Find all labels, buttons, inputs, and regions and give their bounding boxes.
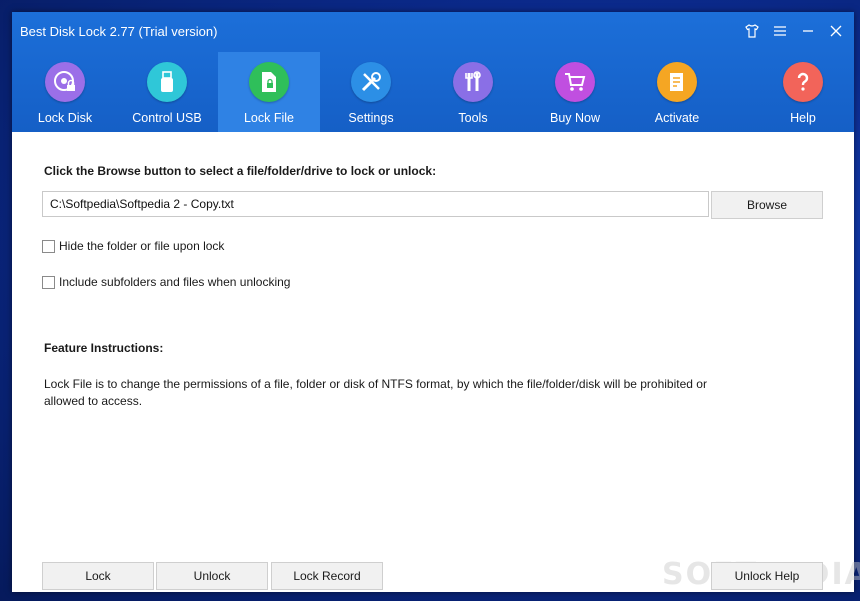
unlock-help-button[interactable]: Unlock Help: [711, 562, 823, 590]
lock-file-panel: Click the Browse button to select a file…: [12, 132, 860, 592]
nav-lock-file[interactable]: Lock File: [218, 52, 320, 132]
hide-checkbox[interactable]: [42, 239, 55, 253]
lock-button[interactable]: Lock: [42, 562, 154, 590]
usb-icon: [147, 62, 187, 102]
menu-icon[interactable]: [770, 21, 790, 41]
subfolders-checkbox[interactable]: [42, 275, 55, 289]
help-icon: [783, 62, 823, 102]
nav-activate[interactable]: Activate: [626, 52, 728, 132]
nav-lock-disk[interactable]: Lock Disk: [14, 52, 116, 132]
feature-text: Lock File is to change the permissions o…: [44, 377, 707, 408]
subfolders-option-label: Include subfolders and files when unlock…: [59, 275, 291, 289]
activate-icon: [657, 62, 697, 102]
nav-control-usb[interactable]: Control USB: [116, 52, 218, 132]
title-bar: Best Disk Lock 2.77 (Trial version) Lock…: [12, 12, 854, 132]
hide-option-label: Hide the folder or file upon lock: [59, 239, 225, 253]
unlock-button[interactable]: Unlock: [156, 562, 268, 590]
nav-buy-now[interactable]: Buy Now: [524, 52, 626, 132]
nav-settings[interactable]: Settings: [320, 52, 422, 132]
settings-icon: [351, 62, 391, 102]
window-controls: [742, 21, 846, 41]
nav-help[interactable]: Help: [752, 52, 854, 132]
feature-title: Feature Instructions:: [44, 341, 164, 355]
skin-icon[interactable]: [742, 21, 762, 41]
tools-icon: [453, 62, 493, 102]
window-title: Best Disk Lock 2.77 (Trial version): [20, 24, 218, 39]
instruction-text: Click the Browse button to select a file…: [44, 164, 437, 178]
browse-button[interactable]: Browse: [711, 191, 823, 219]
cart-icon: [555, 62, 595, 102]
lock-record-button[interactable]: Lock Record: [271, 562, 383, 590]
nav-tools[interactable]: Tools: [422, 52, 524, 132]
hide-option[interactable]: Hide the folder or file upon lock: [42, 239, 224, 253]
file-lock-icon: [249, 62, 289, 102]
subfolders-option[interactable]: Include subfolders and files when unlock…: [42, 275, 290, 289]
disk-lock-icon: [45, 62, 85, 102]
app-window: Best Disk Lock 2.77 (Trial version) Lock…: [12, 12, 860, 592]
main-nav: Lock Disk Control USB Lock File Settings: [12, 52, 854, 132]
path-input[interactable]: [42, 191, 709, 217]
close-icon[interactable]: [826, 21, 846, 41]
minimize-icon[interactable]: [798, 21, 818, 41]
